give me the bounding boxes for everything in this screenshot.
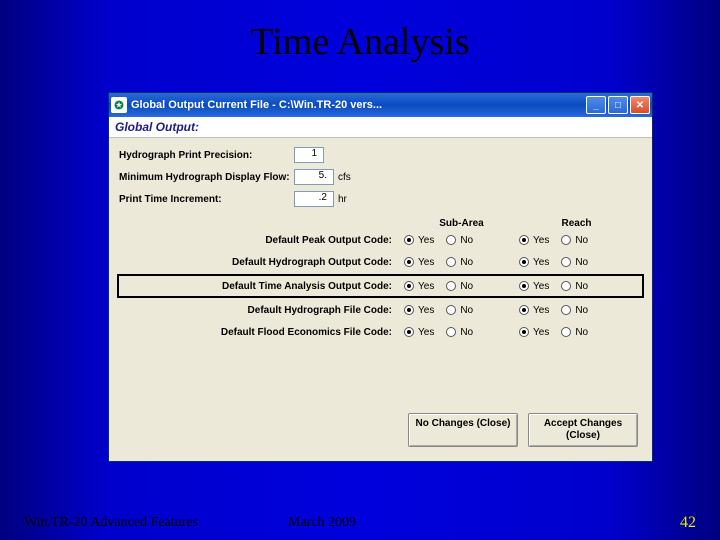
slide-title: Time Analysis xyxy=(0,0,720,64)
radio-no-label: No xyxy=(575,281,588,292)
radio-yes-label: Yes xyxy=(533,257,549,268)
option-row: Default Peak Output Code: Yes No Yes No xyxy=(119,229,642,251)
radio-yes-label: Yes xyxy=(533,281,549,292)
radio-no[interactable] xyxy=(561,235,571,245)
option-label: Default Flood Economics File Code: xyxy=(119,327,404,338)
min-flow-label: Minimum Hydrograph Display Flow: xyxy=(119,172,294,183)
radio-yes[interactable] xyxy=(519,257,529,267)
radio-no-label: No xyxy=(460,305,473,316)
radio-yes-label: Yes xyxy=(418,327,434,338)
radio-yes[interactable] xyxy=(404,235,414,245)
footer-left: Win.TR-20 Advanced Features xyxy=(24,515,198,531)
radio-yes-label: Yes xyxy=(533,235,549,246)
option-label: Default Hydrograph File Code: xyxy=(119,305,404,316)
option-row: Default Flood Economics File Code:YesNoY… xyxy=(119,321,642,343)
sub-area-header: Sub-Area xyxy=(404,218,519,229)
radio-no[interactable] xyxy=(561,281,571,291)
increment-unit: hr xyxy=(338,194,347,205)
titlebar[interactable]: ✪ Global Output Current File - C:\Win.TR… xyxy=(109,93,652,117)
no-changes-button[interactable]: No Changes (Close) xyxy=(408,413,518,447)
radio-no[interactable] xyxy=(561,327,571,337)
radio-yes-label: Yes xyxy=(533,305,549,316)
app-icon: ✪ xyxy=(111,97,127,113)
radio-yes[interactable] xyxy=(404,281,414,291)
close-button[interactable]: ✕ xyxy=(630,96,650,114)
footer-center: March 2009 xyxy=(288,515,356,531)
option-row: Default Time Analysis Output Code:YesNoY… xyxy=(117,274,644,298)
radio-yes-label: Yes xyxy=(418,235,434,246)
reach-radio-group: Yes No xyxy=(519,235,634,246)
option-row: Default Hydrograph Output Code: Yes No Yes N… xyxy=(119,251,642,273)
radio-yes[interactable] xyxy=(404,257,414,267)
radio-no-label: No xyxy=(460,235,473,246)
radio-no[interactable] xyxy=(561,257,571,267)
reach-header: Reach xyxy=(519,218,634,229)
option-row: Default Hydrograph File Code: Yes No Yes No xyxy=(119,299,642,321)
radio-yes[interactable] xyxy=(519,305,529,315)
radio-no-label: No xyxy=(575,327,588,338)
radio-no-label: No xyxy=(575,257,588,268)
radio-yes-label: Yes xyxy=(418,257,434,268)
radio-yes[interactable] xyxy=(519,327,529,337)
page-number: 42 xyxy=(680,514,696,532)
radio-no-label: No xyxy=(460,327,473,338)
column-headers: Sub-Area Reach xyxy=(119,218,642,229)
sub-area-radio-group: Yes No xyxy=(404,235,519,246)
reach-radio-group: Yes No xyxy=(519,305,634,316)
sub-area-radio-group: Yes No xyxy=(404,257,519,268)
radio-yes-label: Yes xyxy=(533,327,549,338)
radio-no[interactable] xyxy=(446,257,456,267)
option-label: Default Peak Output Code: xyxy=(119,235,404,246)
radio-no-label: No xyxy=(575,235,588,246)
sub-area-radio-group: Yes No xyxy=(404,327,519,338)
panel-subheader: Global Output: xyxy=(109,117,652,138)
window-content: Hydrograph Print Precision: 1 Minimum Hy… xyxy=(109,138,652,353)
radio-no[interactable] xyxy=(561,305,571,315)
precision-label: Hydrograph Print Precision: xyxy=(119,150,294,161)
maximize-button[interactable]: □ xyxy=(608,96,628,114)
increment-label: Print Time Increment: xyxy=(119,194,294,205)
radio-no-label: No xyxy=(575,305,588,316)
reach-radio-group: Yes No xyxy=(519,257,634,268)
radio-yes[interactable] xyxy=(519,281,529,291)
option-label: Default Time Analysis Output Code: xyxy=(119,281,404,292)
radio-no[interactable] xyxy=(446,305,456,315)
radio-yes-label: Yes xyxy=(418,305,434,316)
reach-radio-group: Yes No xyxy=(519,327,634,338)
radio-no-label: No xyxy=(460,281,473,292)
radio-yes[interactable] xyxy=(404,327,414,337)
slide-footer: Win.TR-20 Advanced Features March 2009 4… xyxy=(0,514,720,532)
minimize-button[interactable]: _ xyxy=(586,96,606,114)
increment-input[interactable]: .2 xyxy=(294,191,334,207)
option-label: Default Hydrograph Output Code: xyxy=(119,257,404,268)
precision-input[interactable]: 1 xyxy=(294,147,324,163)
radio-no[interactable] xyxy=(446,281,456,291)
global-output-window: ✪ Global Output Current File - C:\Win.TR… xyxy=(108,92,653,462)
reach-radio-group: Yes No xyxy=(519,281,634,292)
accept-changes-button[interactable]: Accept Changes (Close) xyxy=(528,413,638,447)
radio-yes-label: Yes xyxy=(418,281,434,292)
min-flow-input[interactable]: 5. xyxy=(294,169,334,185)
window-title: Global Output Current File - C:\Win.TR-2… xyxy=(131,99,382,111)
sub-area-radio-group: Yes No xyxy=(404,281,519,292)
radio-no[interactable] xyxy=(446,327,456,337)
min-flow-unit: cfs xyxy=(338,172,351,183)
radio-no-label: No xyxy=(460,257,473,268)
sub-area-radio-group: Yes No xyxy=(404,305,519,316)
radio-yes[interactable] xyxy=(519,235,529,245)
radio-no[interactable] xyxy=(446,235,456,245)
radio-yes[interactable] xyxy=(404,305,414,315)
